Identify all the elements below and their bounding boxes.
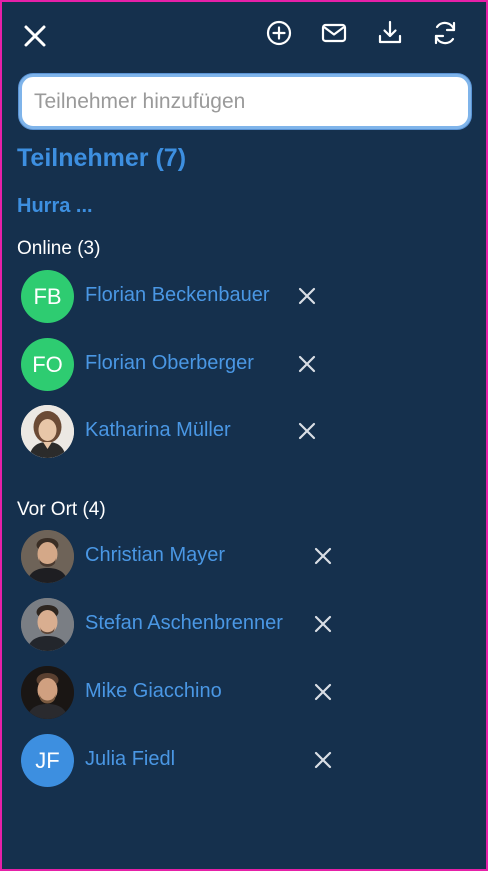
section-onsite-label: Vor Ort (4) <box>17 499 106 520</box>
remove-participant-button[interactable] <box>310 611 336 637</box>
participant-name[interactable]: Florian Beckenbauer <box>85 284 270 307</box>
close-button[interactable] <box>19 20 51 52</box>
toolbar <box>2 2 486 66</box>
participant-name[interactable]: Mike Giacchino <box>85 680 222 703</box>
close-icon <box>314 547 332 565</box>
close-icon <box>314 751 332 769</box>
avatar-initials: JF <box>35 747 60 773</box>
close-icon <box>298 355 316 373</box>
avatar-photo <box>21 598 74 651</box>
participant-row: Stefan Aschenbrenner <box>2 598 486 654</box>
participant-search-input[interactable] <box>19 74 471 129</box>
participant-row: FB Florian Beckenbauer <box>2 270 486 326</box>
participant-name[interactable]: Christian Mayer <box>85 544 225 567</box>
close-icon <box>314 683 332 701</box>
avatar-initials: FO <box>32 351 63 377</box>
mail-icon <box>321 23 347 43</box>
refresh-icon <box>434 21 456 45</box>
add-participant-button[interactable] <box>264 18 294 48</box>
person-photo-icon <box>21 530 74 583</box>
avatar-photo <box>21 666 74 719</box>
person-photo-icon <box>21 598 74 651</box>
download-button[interactable] <box>375 18 405 48</box>
close-icon <box>298 422 316 440</box>
download-icon <box>378 20 402 44</box>
mail-button[interactable] <box>319 18 349 48</box>
close-icon <box>314 615 332 633</box>
remove-participant-button[interactable] <box>294 351 320 377</box>
avatar: FO <box>21 338 74 391</box>
avatar: FB <box>21 270 74 323</box>
remove-participant-button[interactable] <box>310 543 336 569</box>
person-photo-icon <box>21 666 74 719</box>
participant-row: Mike Giacchino <box>2 666 486 722</box>
avatar: JF <box>21 734 74 787</box>
remove-participant-button[interactable] <box>310 679 336 705</box>
participants-title: Teilnehmer (7) <box>17 144 187 172</box>
close-icon <box>24 25 46 47</box>
remove-participant-button[interactable] <box>294 283 320 309</box>
section-online-label: Online (3) <box>17 238 101 259</box>
participants-panel: Teilnehmer (7) Hurra ... Online (3) FB F… <box>0 0 488 871</box>
participant-row: JF Julia Fiedl <box>2 734 486 790</box>
participant-row: Christian Mayer <box>2 530 486 586</box>
participant-row: Katharina Müller <box>2 405 486 461</box>
participant-row: FO Florian Oberberger <box>2 338 486 394</box>
refresh-button[interactable] <box>430 18 460 48</box>
add-circle-icon <box>266 20 292 46</box>
person-photo-icon <box>21 405 74 458</box>
participant-name[interactable]: Julia Fiedl <box>85 748 175 771</box>
participant-name[interactable]: Katharina Müller <box>85 419 231 442</box>
participant-name[interactable]: Florian Oberberger <box>85 352 254 375</box>
participant-name[interactable]: Stefan Aschenbrenner <box>85 612 283 635</box>
remove-participant-button[interactable] <box>294 418 320 444</box>
avatar-initials: FB <box>33 283 62 309</box>
avatar-photo <box>21 405 74 458</box>
remove-participant-button[interactable] <box>310 747 336 773</box>
avatar-photo <box>21 530 74 583</box>
close-icon <box>298 287 316 305</box>
panel-subtitle: Hurra ... <box>17 195 93 217</box>
